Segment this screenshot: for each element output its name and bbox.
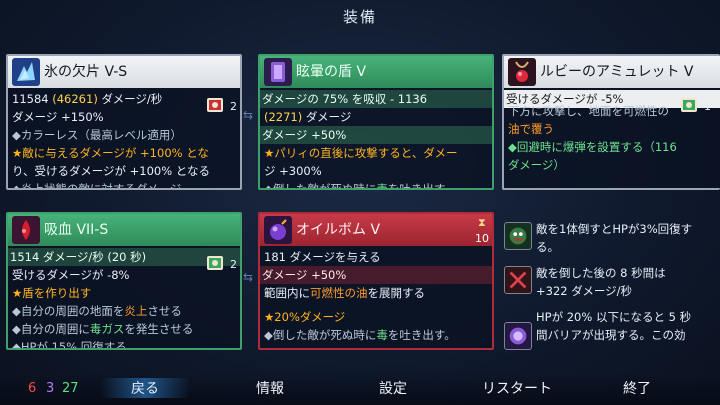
mutation-line: 敵を1体倒すとHPが3%回復す <box>536 222 693 236</box>
mutation-list: 敵を1体倒すとHPが3%回復す る。 敵を倒した後の 8 秒間は +322 ダメ… <box>500 216 720 360</box>
effect-line: ジ +300% <box>264 164 322 178</box>
shield-card[interactable]: 眩暈の盾 V ダメージの 75% を吸収 - 1136 (2271) ダメージ … <box>258 54 494 190</box>
card-name: 氷の欠片 V-S <box>44 64 128 80</box>
mutation-item[interactable]: 敵を倒した後の 8 秒間は +322 ダメージ/秒 <box>500 264 720 304</box>
effect-line: ◆HPが 15% 回復する <box>12 340 127 350</box>
effect-text: 下方に攻撃し、地面を可燃性の <box>508 104 669 118</box>
card-name: オイルボム V <box>296 222 381 238</box>
effect-text: させる <box>147 304 182 318</box>
card-name: 吸血 VII-S <box>44 222 109 238</box>
brutality-scroll-count: 6 <box>28 381 37 396</box>
info-button[interactable]: 情報 <box>235 378 305 398</box>
oil-keyword: 可燃性の油 <box>310 286 368 300</box>
swap-arrows-icon[interactable]: ⇆ <box>243 108 253 122</box>
poison-gas-keyword: 毒ガス <box>89 322 125 336</box>
vampirism-card[interactable]: 吸血 VII-S 1514 ダメージ/秒 (20 秒) 受けるダメージが -8%… <box>6 212 242 350</box>
weapon-card-ice-shard[interactable]: 氷の欠片 V-S 11584 (46261) ダメージ/秒 ダメージ +150%… <box>6 54 242 190</box>
dps-unit: ダメージ/秒 <box>97 92 163 106</box>
stat-damage: ダメージ +50% <box>260 126 492 144</box>
card-name: ルビーのアミュレット V <box>540 64 694 80</box>
legendary-effect: ★パリィの直後に攻撃すると、ダメー <box>264 146 458 160</box>
scroll-icon <box>681 98 697 112</box>
mutation-line: HPが 20% 以下になると 5 秒 <box>536 310 692 324</box>
effect-text: ◆自分の周囲に <box>12 322 90 336</box>
mutation-line: +322 ダメージ/秒 <box>536 284 633 298</box>
card-header: 眩暈の盾 V <box>260 56 492 88</box>
legendary-effect: ★20%ダメージ <box>264 310 346 324</box>
absorb-unit: ダメージ <box>302 110 352 124</box>
bomb-icon <box>264 216 292 244</box>
card-name: 眩暈の盾 V <box>296 64 367 80</box>
oil-keyword: 油で覆う <box>508 122 554 136</box>
blood-drop-icon <box>12 216 40 244</box>
legendary-effect: ★敵に与えるダメージが +100% とな <box>12 146 209 160</box>
scroll-count: 1 <box>704 100 711 113</box>
poison-keyword: 毒 <box>376 328 388 342</box>
scroll-count: 2 <box>230 258 237 271</box>
stat-damage-bonus: ダメージ +50% <box>260 266 492 284</box>
barrier-icon <box>504 322 532 350</box>
card-header: オイルボム V <box>260 214 492 246</box>
cooldown-value: 10 <box>475 232 489 245</box>
back-button[interactable]: 戻る <box>100 378 190 398</box>
effect-line: ダメージ） <box>508 158 565 172</box>
screen-title: 装備 <box>342 8 377 26</box>
stat-damage: ダメージ +150% <box>12 110 104 124</box>
monster-heal-icon <box>504 222 532 250</box>
scroll-icon <box>207 98 223 112</box>
card-header: ルビーのアミュレット V <box>504 56 720 88</box>
stat-damage: 181 ダメージを与える <box>264 250 381 264</box>
oil-bomb-card[interactable]: オイルボム V ⧗ 10 181 ダメージを与える ダメージ +50% 範囲内に… <box>258 212 494 350</box>
ice-shard-icon <box>12 58 40 86</box>
effect-text: ◆倒した敵が死ぬ時に <box>264 182 377 190</box>
amulet-card[interactable]: ルビーのアミュレット V 受けるダメージが -5% 下方に攻撃し、地面を可燃性の… <box>502 54 720 190</box>
effect-text: ◆倒した敵が死ぬ時に <box>264 328 377 342</box>
mutation-line: 間バリアが出現する。この効 <box>536 328 686 342</box>
effect-line: ★敵に与えるダメージが +100% とな <box>12 144 236 162</box>
amulet-icon <box>508 58 536 86</box>
restart-button[interactable]: リスタート <box>462 378 572 398</box>
tactics-scroll-count: 3 <box>46 381 55 396</box>
settings-button[interactable]: 設定 <box>358 378 428 398</box>
effect-text: ◆自分の周囲の地面を <box>12 304 125 318</box>
poison-keyword: 毒 <box>376 182 388 190</box>
effect-line: り、受けるダメージが +100% となる <box>12 164 210 178</box>
stat-damage-taken: 受けるダメージが -8% <box>12 268 130 282</box>
mutation-line: 敵を倒した後の 8 秒間は <box>536 266 666 280</box>
mutation-line: る。 <box>536 240 559 254</box>
effect-text: を発生させる <box>124 322 194 336</box>
effect-text: 範囲内に <box>264 286 310 300</box>
shield-icon <box>264 58 292 86</box>
burn-keyword: 炎上 <box>124 304 148 318</box>
swap-arrows-icon[interactable]: ⇆ <box>243 270 253 284</box>
crossed-swords-icon <box>504 266 532 294</box>
stat-absorb: ダメージの 75% を吸収 - 1136 <box>260 90 492 108</box>
survival-scroll-count: 27 <box>62 381 79 396</box>
dps-value: 11584 <box>12 92 49 106</box>
hourglass-icon: ⧗ <box>478 216 486 229</box>
quit-button[interactable]: 終了 <box>602 378 672 398</box>
effect-text: を吐き出す。 <box>387 328 456 342</box>
effect-line: ◆炎上状態の敵に対するダメージ <box>12 182 182 190</box>
legendary-effect: ★盾を作り出す <box>12 286 92 300</box>
mutation-item[interactable]: 敵を1体倒すとHPが3%回復す る。 <box>500 220 720 260</box>
effect-line: ◆カラーレス（最高レベル適用） <box>12 128 182 142</box>
scroll-icon <box>207 256 223 270</box>
dps-bonus-value: (46261) <box>52 92 98 106</box>
effect-text: を吐き出す。 <box>387 182 456 190</box>
card-header: 氷の欠片 V-S <box>8 56 240 88</box>
card-header: 吸血 VII-S <box>8 214 240 246</box>
effect-text: を展開する <box>367 286 426 300</box>
mutation-item[interactable]: HPが 20% 以下になると 5 秒 間バリアが出現する。この効 <box>500 308 720 360</box>
scroll-count: 2 <box>230 100 237 113</box>
effect-line: ◆回避時に爆弾を設置する（116 <box>508 140 677 154</box>
absorb-bonus: (2271) <box>264 110 303 124</box>
